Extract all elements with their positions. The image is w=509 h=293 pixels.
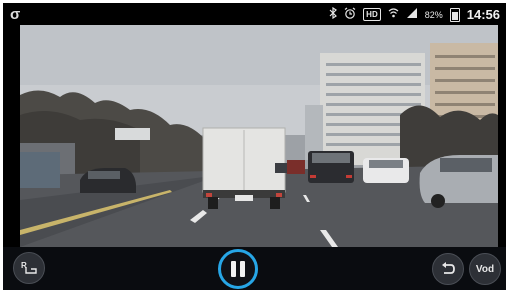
undo-arrow-icon — [442, 262, 455, 274]
app-window: σ HD 82% 14:56 R Vod — [3, 3, 506, 290]
carrier-logo: σ — [10, 6, 21, 23]
battery-percent: 82% — [424, 9, 443, 20]
ratio-icon: R — [21, 261, 37, 274]
playback-controls: R Vod — [3, 247, 506, 290]
pause-button[interactable] — [218, 249, 258, 289]
status-bar: σ HD 82% 14:56 — [3, 3, 506, 27]
alarm-icon — [344, 7, 356, 22]
video-view[interactable] — [20, 25, 498, 247]
signal-icon — [406, 7, 418, 22]
hd-voice-icon: HD — [363, 8, 381, 21]
clock: 14:56 — [466, 7, 500, 22]
battery-icon — [449, 7, 460, 22]
wifi-icon — [388, 7, 399, 22]
vod-button[interactable]: Vod — [469, 253, 501, 285]
dashcam-frame — [20, 25, 498, 247]
back-button[interactable] — [432, 253, 464, 285]
pause-icon — [229, 261, 247, 277]
status-icons: HD 82% 14:56 — [329, 6, 500, 22]
bluetooth-icon — [329, 6, 338, 22]
aspect-ratio-button[interactable]: R — [13, 252, 45, 284]
